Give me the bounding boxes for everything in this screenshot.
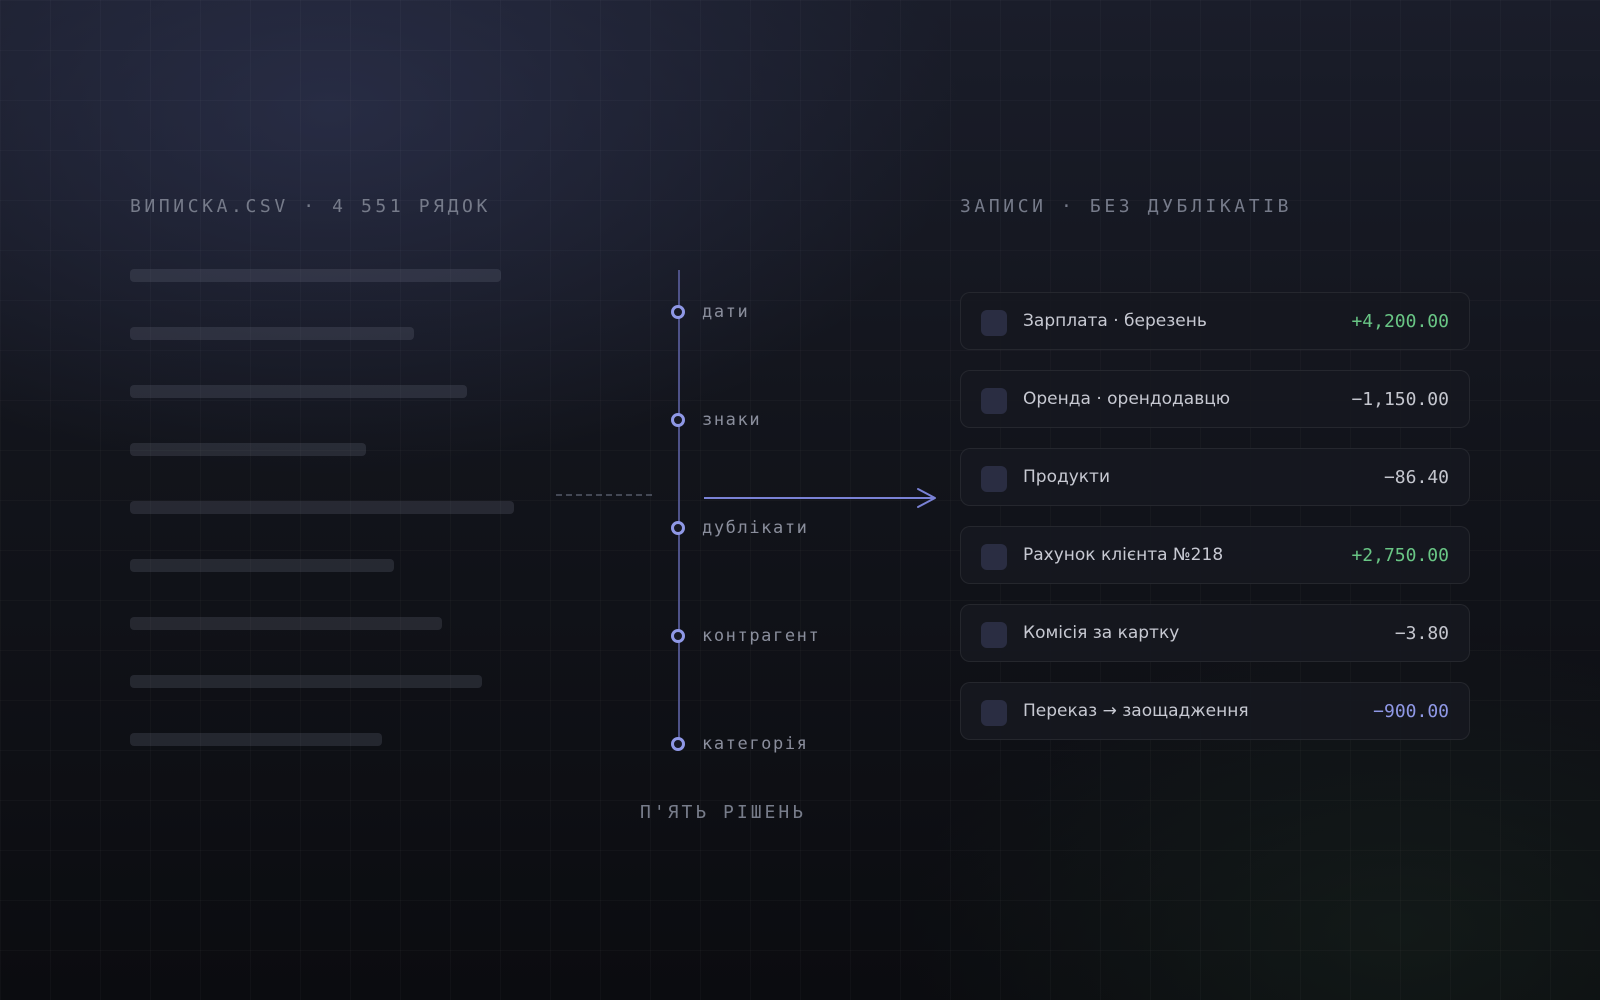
statement-line-placeholder xyxy=(130,327,414,340)
record-row[interactable]: Переказ → заощадження −900.00 xyxy=(960,682,1470,740)
pipeline-step-label: контрагент xyxy=(702,626,821,646)
statement-line-placeholder xyxy=(130,443,366,456)
record-category-icon xyxy=(981,388,1007,414)
pipeline-timeline xyxy=(678,270,680,745)
record-category-icon xyxy=(981,622,1007,648)
record-category-icon xyxy=(981,700,1007,726)
pipeline-step-marker xyxy=(671,737,685,751)
input-dashed-connector xyxy=(556,494,652,496)
record-amount: −900.00 xyxy=(1373,701,1449,722)
record-amount: −1,150.00 xyxy=(1351,389,1449,410)
pipeline-step-label: дублікати xyxy=(702,518,809,538)
statement-line-placeholder xyxy=(130,269,501,282)
record-label: Зарплата · березень xyxy=(1023,311,1207,331)
records-heading: ЗАПИСИ · БЕЗ ДУБЛІКАТІВ xyxy=(960,196,1293,217)
pipeline-step-label: дати xyxy=(702,302,750,322)
statement-line-placeholder xyxy=(130,559,394,572)
pipeline-step-marker xyxy=(671,413,685,427)
record-row[interactable]: Рахунок клієнта №218 +2,750.00 xyxy=(960,526,1470,584)
statement-line-placeholder xyxy=(130,733,382,746)
record-label: Оренда · орендодавцю xyxy=(1023,389,1231,409)
statement-line-placeholder xyxy=(130,385,467,398)
record-row[interactable]: Зарплата · березень +4,200.00 xyxy=(960,292,1470,350)
statement-line-placeholder xyxy=(130,617,442,630)
record-amount: +2,750.00 xyxy=(1351,545,1449,566)
pipeline-step-marker xyxy=(671,629,685,643)
record-label: Переказ → заощадження xyxy=(1023,701,1249,721)
record-label: Рахунок клієнта №218 xyxy=(1023,545,1224,565)
pipeline-caption: П'ЯТЬ РІШЕНЬ xyxy=(640,802,807,823)
record-amount: +4,200.00 xyxy=(1351,311,1449,332)
record-category-icon xyxy=(981,544,1007,570)
record-label: Комісія за картку xyxy=(1023,623,1180,643)
statement-line-placeholder xyxy=(130,675,482,688)
pipeline-step-marker xyxy=(671,521,685,535)
record-category-icon xyxy=(981,310,1007,336)
record-row[interactable]: Оренда · орендодавцю −1,150.00 xyxy=(960,370,1470,428)
pipeline-step-label: знаки xyxy=(702,410,762,430)
arrow-right-icon xyxy=(704,488,936,508)
record-category-icon xyxy=(981,466,1007,492)
record-amount: −3.80 xyxy=(1394,623,1449,644)
statement-line-placeholder xyxy=(130,501,514,514)
pipeline-step-marker xyxy=(671,305,685,319)
record-row[interactable]: Продукти −86.40 xyxy=(960,448,1470,506)
statement-heading: ВИПИСКА.CSV · 4 551 РЯДОК xyxy=(130,196,491,217)
record-label: Продукти xyxy=(1023,467,1111,487)
pipeline-step-label: категорія xyxy=(702,734,809,754)
record-row[interactable]: Комісія за картку −3.80 xyxy=(960,604,1470,662)
record-amount: −86.40 xyxy=(1383,467,1449,488)
